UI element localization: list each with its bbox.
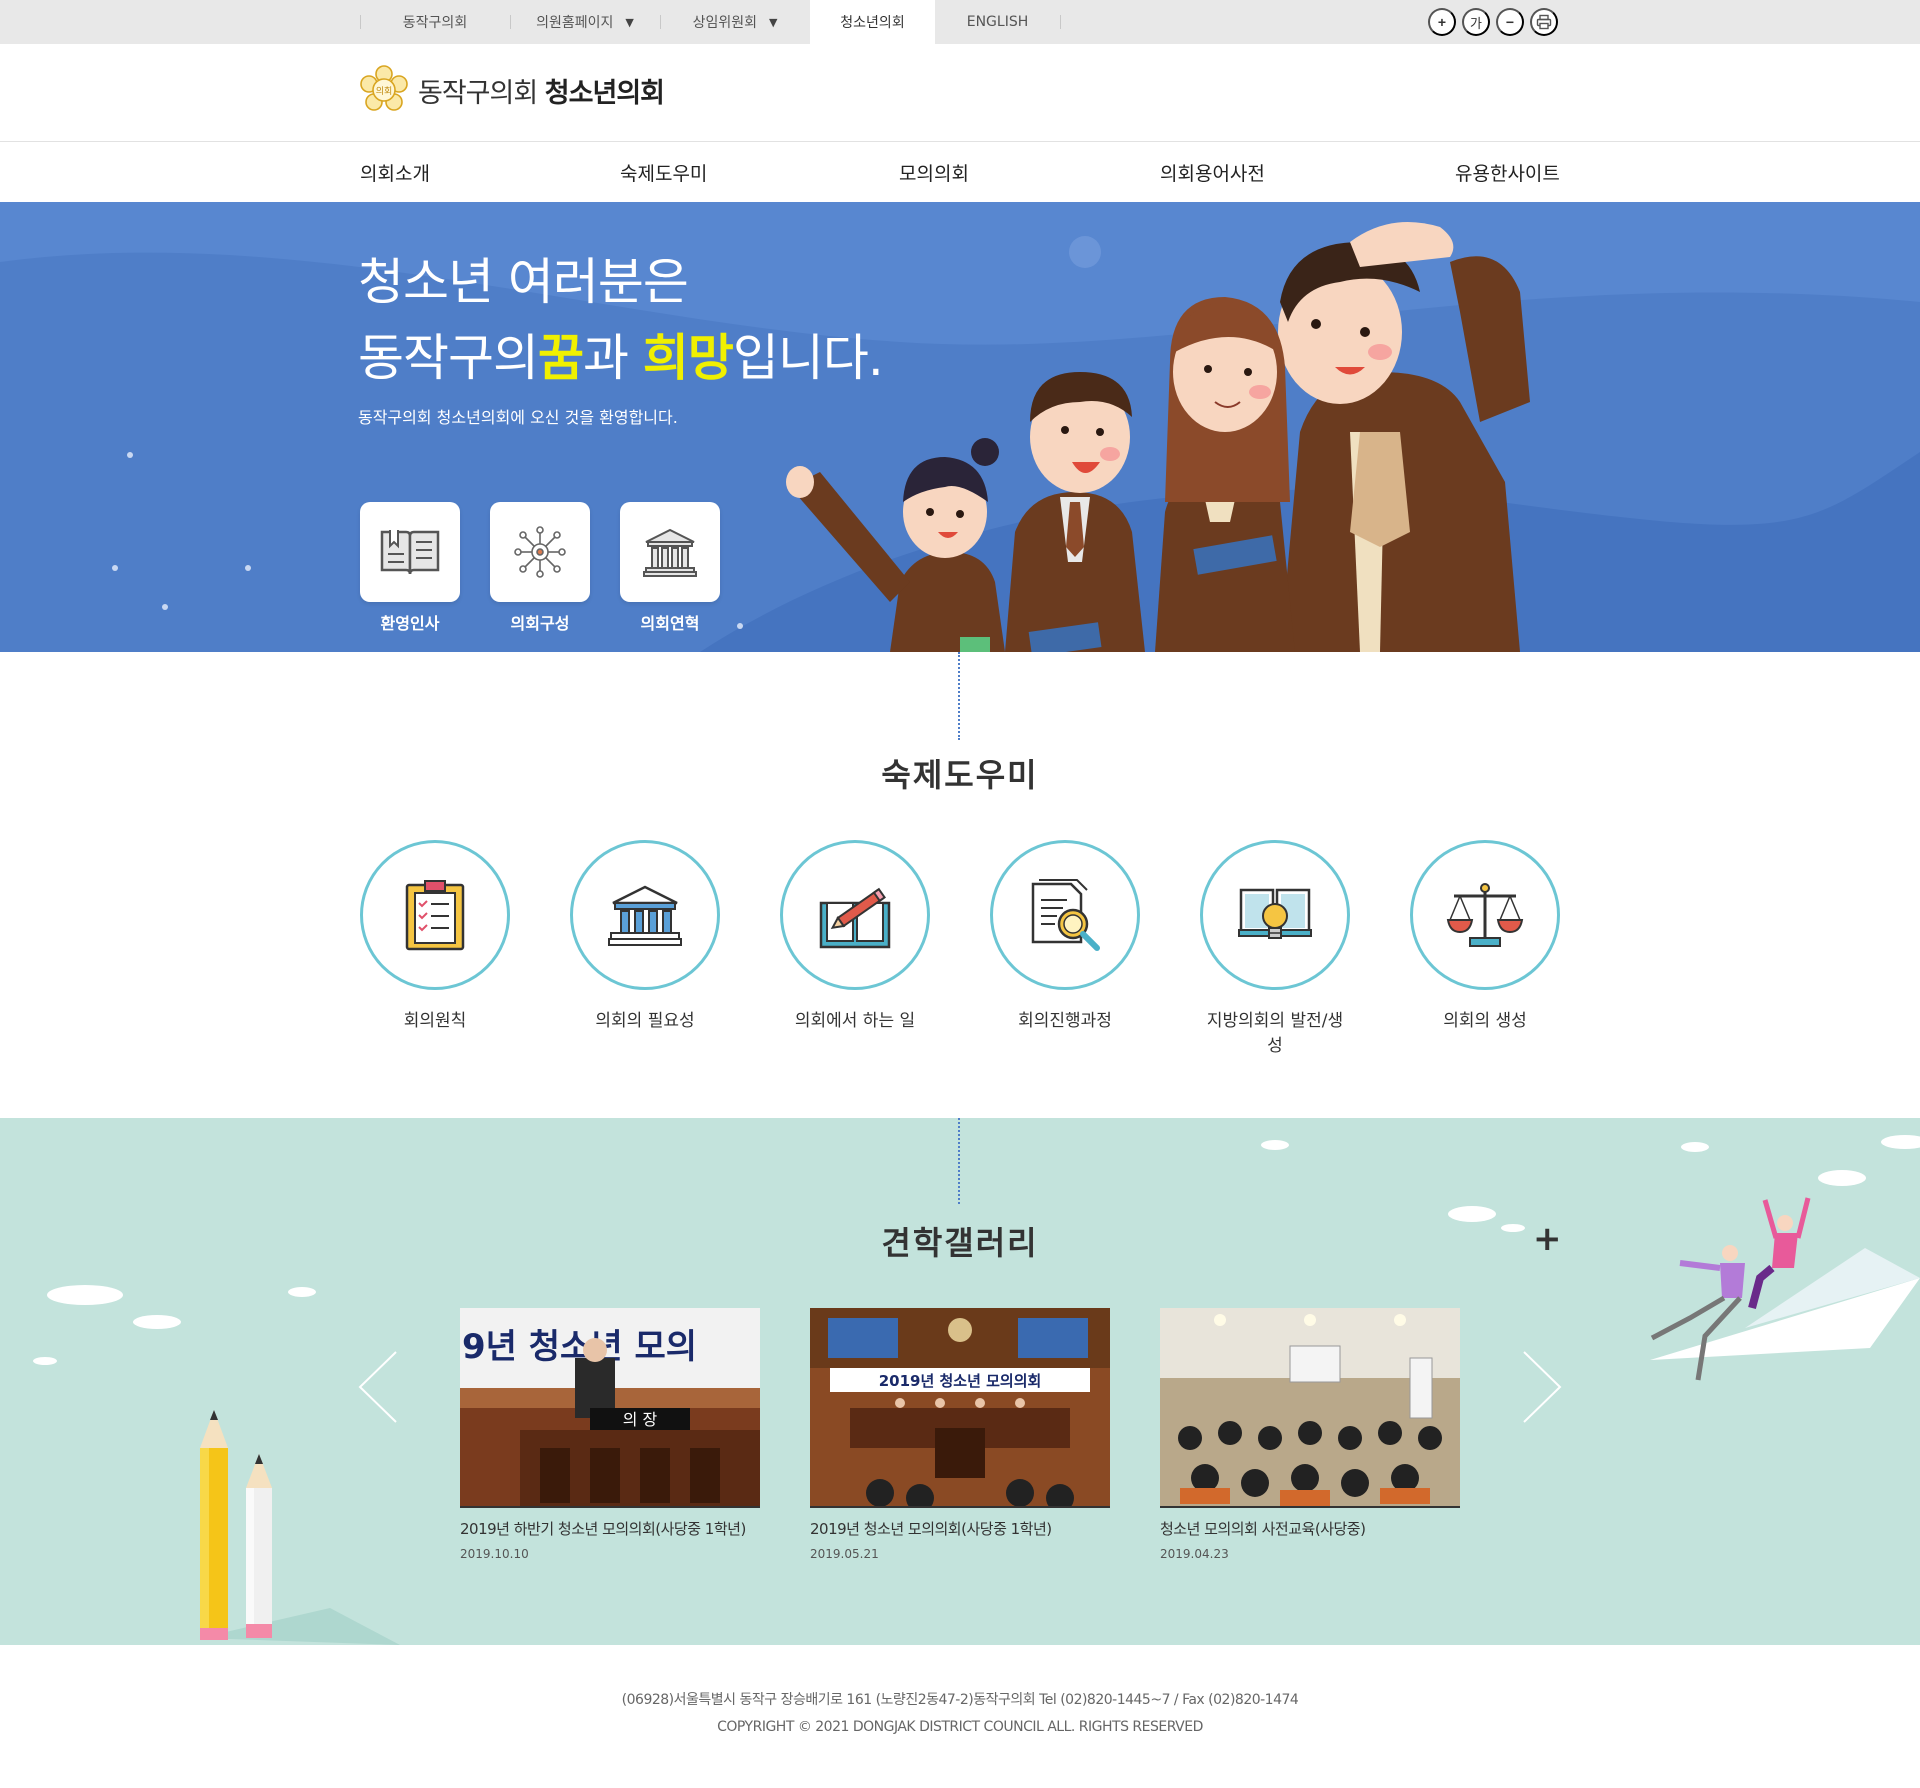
homework-item-local-council-development[interactable]: 지방의회의 발전/생성 [1200, 840, 1350, 1056]
utility-links: 동작구의회 의원홈페이지 ▼ 상임위원회 ▼ 청소년의회 ENGLISH [360, 0, 1062, 44]
book-lightbulb-icon [1238, 888, 1312, 939]
quick-link-history[interactable] [620, 502, 720, 602]
homework-item-council-creation[interactable]: 의회의 생성 [1410, 840, 1560, 1031]
site-logo[interactable]: 의회 동작구의회 청소년의회 [358, 64, 665, 116]
utility-link-youth-council[interactable]: 청소년의회 [810, 0, 935, 44]
document-search-icon [1031, 879, 1100, 951]
hero-banner: 청소년 여러분은 동작구의꿈과 희망입니다. 동작구의회 청소년의회에 오신 것… [0, 202, 1920, 652]
nav-item-dictionary[interactable]: 의회용어사전 [1160, 142, 1265, 202]
font-size-button[interactable]: 가 [1462, 8, 1490, 36]
chevron-down-icon: ▼ [768, 15, 778, 29]
site-header: 의회 동작구의회 청소년의회 [0, 44, 1920, 142]
homework-item-necessity[interactable]: 의회의 필요성 [570, 840, 720, 1031]
gallery-next-arrow[interactable] [1522, 1350, 1562, 1428]
nav-item-council-intro[interactable]: 의회소개 [360, 142, 430, 202]
gallery-card[interactable]: 9년 청소년 모의 의 장 2019년 하반기 청소년 모의의회(사당중 1학년… [460, 1308, 760, 1561]
gallery-photo-image: 9년 청소년 모의 의 장 [460, 1308, 760, 1506]
svg-text:의 장: 의 장 [623, 1410, 658, 1429]
homework-item-meeting-principles[interactable]: 회의원칙 [360, 840, 510, 1031]
students-illustration [786, 222, 1530, 652]
quick-link-composition-label: 의회구성 [510, 614, 570, 633]
svg-text:의회: 의회 [376, 86, 393, 97]
clipboard-icon [405, 880, 465, 951]
utility-bar: 동작구의회 의원홈페이지 ▼ 상임위원회 ▼ 청소년의회 ENGLISH + 가 − [0, 0, 1920, 44]
utility-tools: + 가 − [1428, 8, 1558, 36]
tour-gallery: 견학갤러리 + 9년 청소년 모의 의 장 2019년 하반기 청소년 모의의회… [0, 1118, 1920, 1645]
nav-item-useful-sites[interactable]: 유용한사이트 [1455, 142, 1560, 202]
gallery-card[interactable]: 2019년 청소년 모의의회 2019년 청소년 모의의회(사당중 1학년) 2… [810, 1308, 1110, 1561]
chevron-down-icon: ▼ [625, 15, 634, 29]
gallery-photo-image: 2019년 청소년 모의의회 [810, 1308, 1110, 1506]
main-nav: 의회소개 숙제도우미 모의의회 의회용어사전 유용한사이트 [0, 142, 1920, 202]
building-icon [643, 528, 697, 577]
gallery-photo-image [1160, 1308, 1460, 1506]
gallery-section-title: 견학갤러리 [881, 1224, 1039, 1262]
footer-copyright: COPYRIGHT © 2021 DONGJAK DISTRICT COUNCI… [717, 1719, 1203, 1735]
utility-link-council[interactable]: 동작구의회 [360, 0, 510, 44]
hero-subtitle: 동작구의회 청소년의회에 오신 것을 환영합니다. [358, 408, 678, 427]
council-emblem-icon: 의회 [360, 65, 408, 111]
network-icon [514, 526, 566, 578]
footer-address: (06928)서울특별시 동작구 장승배기로 161 (노량진2동47-2)동작… [621, 1692, 1299, 1708]
homework-item-council-work[interactable]: 의회에서 하는 일 [780, 840, 930, 1031]
quick-link-welcome[interactable] [360, 502, 460, 602]
site-footer: (06928)서울특별시 동작구 장승배기로 161 (노량진2동47-2)동작… [0, 1645, 1920, 1788]
homework-item-meeting-process[interactable]: 회의진행과정 [990, 840, 1140, 1031]
site-name: 동작구의회 청소년의회 [418, 77, 665, 109]
open-book-pencil-icon [819, 887, 891, 949]
utility-link-member-homepage[interactable]: 의원홈페이지 ▼ [510, 0, 660, 44]
chevron-right-icon [1523, 1351, 1562, 1423]
utility-link-committee[interactable]: 상임위원회 ▼ [660, 0, 810, 44]
gallery-photo [1160, 1308, 1460, 1508]
book-icon [380, 530, 440, 575]
gallery-prev-arrow[interactable] [358, 1350, 398, 1428]
printer-icon [1536, 14, 1552, 30]
page: 동작구의회 의원홈페이지 ▼ 상임위원회 ▼ 청소년의회 ENGLISH + 가 −… [0, 0, 1920, 1788]
homework-section-title: 숙제도우미 [881, 756, 1039, 794]
utility-link-english[interactable]: ENGLISH [935, 0, 1060, 44]
quick-link-history-label: 의회연혁 [640, 614, 700, 633]
utility-divider [1060, 0, 1062, 44]
assembly-building-icon [608, 885, 682, 946]
gallery-more-button[interactable]: + [1533, 1222, 1562, 1256]
gallery-card[interactable]: 청소년 모의의회 사전교육(사당중) 2019.04.23 [1160, 1308, 1460, 1561]
section-divider-line [958, 1118, 960, 1204]
nav-item-mock-council[interactable]: 모의의회 [899, 142, 969, 202]
zoom-out-button[interactable]: − [1496, 8, 1524, 36]
gallery-photo: 2019년 청소년 모의의회 [810, 1308, 1110, 1508]
chevron-left-icon [358, 1351, 397, 1423]
quick-link-welcome-label: 환영인사 [380, 614, 440, 633]
svg-text:2019년 청소년 모의의회: 2019년 청소년 모의의회 [879, 1372, 1042, 1390]
nav-item-homework-helper[interactable]: 숙제도우미 [620, 142, 707, 202]
section-divider-line [958, 652, 960, 740]
zoom-in-button[interactable]: + [1428, 8, 1456, 36]
gallery-photo: 9년 청소년 모의 의 장 [460, 1308, 760, 1508]
print-button[interactable] [1530, 8, 1558, 36]
quick-link-composition[interactable] [490, 502, 590, 602]
scales-icon [1446, 883, 1524, 947]
